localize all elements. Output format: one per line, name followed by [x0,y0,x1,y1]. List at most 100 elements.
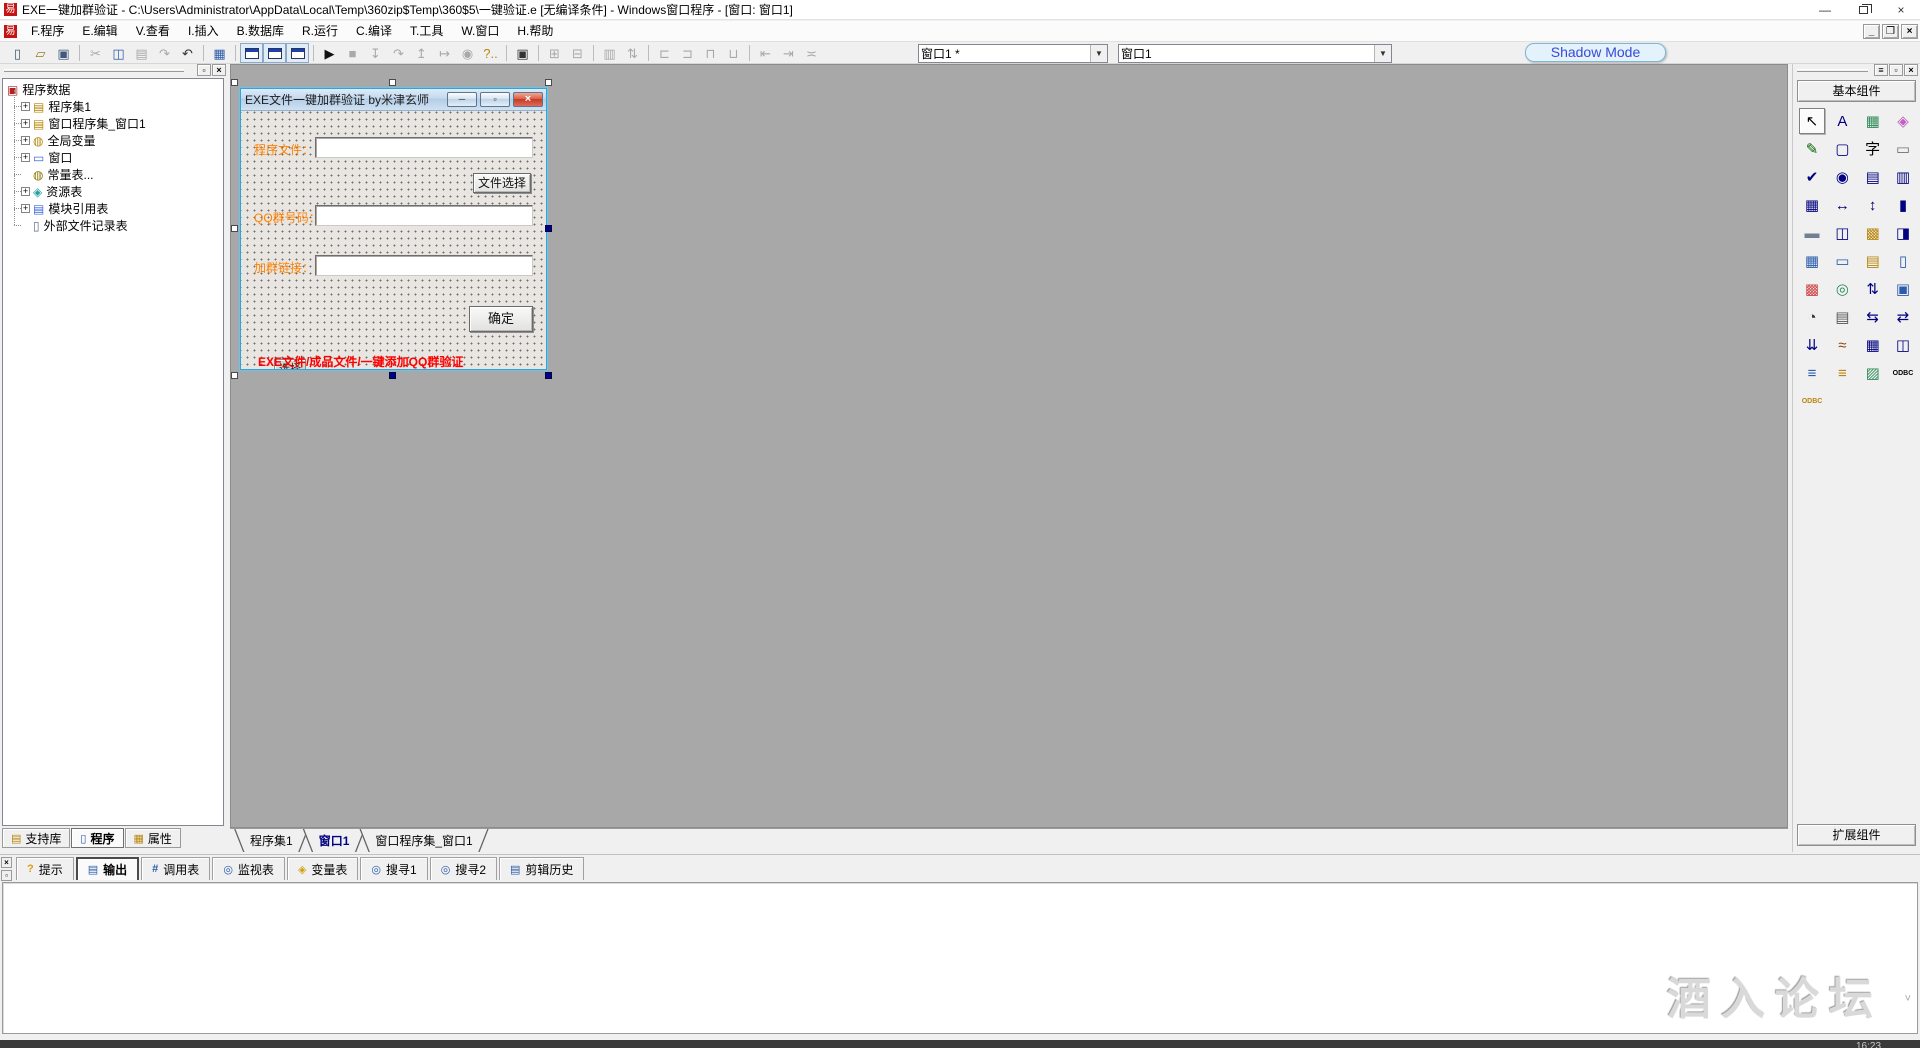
resize-handle-top-left[interactable] [231,79,238,86]
listbox-component-icon[interactable]: ▤ [1860,164,1886,190]
align-bottom-button[interactable]: ⊔ [722,43,745,63]
align-left-button[interactable]: ⊏ [653,43,676,63]
designer-tab-window1[interactable]: 窗口1 [303,829,366,852]
qq-group-input[interactable] [315,205,533,226]
text-label-component-icon[interactable]: 字 [1860,136,1886,162]
mdi-close-button[interactable]: × [1901,24,1918,39]
form-preview-button[interactable]: ▣ [511,43,534,63]
resize-handle-left-center[interactable] [231,225,238,232]
multilist-component-icon[interactable]: ▦ [1799,192,1825,218]
step-over-button[interactable]: ↷ [387,43,410,63]
menu-item-3[interactable]: I.插入 [179,21,228,42]
updown-component-icon[interactable]: ⇅ [1860,276,1886,302]
form-close-button[interactable]: × [513,92,543,107]
tab-search1[interactable]: ◎搜寻1 [360,857,427,880]
odbc-component-icon[interactable]: ODBC [1890,360,1916,386]
taskbar-edge[interactable]: 16:23 [0,1040,1920,1048]
select-cursor-icon[interactable]: ↖ [1799,108,1825,134]
menu-item-7[interactable]: T.工具 [401,21,452,42]
menu-item-6[interactable]: C.编译 [347,21,401,42]
document-component-icon[interactable]: ▯ [1890,248,1916,274]
panel-close-button[interactable]: × [1904,64,1918,76]
tree-item-program-data[interactable]: ▣程序数据 [3,81,223,98]
designer-tab-window-assembly-window1[interactable]: 窗口程序集_窗口1 [359,829,488,852]
resize-handle-top-center[interactable] [389,79,396,86]
menu-item-9[interactable]: H.帮助 [508,21,562,42]
hscrollbar-component-icon[interactable]: ↔ [1829,192,1855,218]
window-combobox-input[interactable] [921,46,1089,61]
panel-maximize-button[interactable]: ▫ [1889,64,1903,76]
menu-item-0[interactable]: F.程序 [22,21,73,42]
insert-component-button[interactable]: ⊞ [543,43,566,63]
drag-grip[interactable] [4,69,184,72]
comport-component-icon[interactable]: ≈ [1829,332,1855,358]
output-content[interactable]: 酒入论坛 ˅ [2,882,1918,1034]
odbc-db-component-icon[interactable]: ODBC [1799,388,1825,414]
output-dock-button[interactable]: ▫ [1,870,12,881]
menu-item-8[interactable]: W.窗口 [452,21,508,42]
panel-component-icon[interactable]: ▭ [1890,136,1916,162]
same-width-button[interactable]: ⇤ [754,43,777,63]
client-component-icon[interactable]: ⇆ [1860,304,1886,330]
mdi-restore-button[interactable]: ❐ [1882,24,1899,39]
panel-menu-button[interactable]: ≡ [1874,64,1888,76]
scroll-down-icon[interactable]: ˅ [1905,993,1911,1005]
combobox-component-icon[interactable]: ▥ [1890,164,1916,190]
tab-hints[interactable]: ?提示 [16,857,74,880]
resize-handle-bottom-left[interactable] [231,372,238,379]
tree-item-resource-table[interactable]: +◈资源表 [3,183,223,200]
tab-order-button[interactable]: ▥ [598,43,621,63]
designer-tab-assembly1[interactable]: 程序集1 [234,829,309,852]
component-combobox-input[interactable] [1121,46,1373,61]
colortable-component-icon[interactable]: ▩ [1799,276,1825,302]
calendar-component-icon[interactable]: ▦ [1799,248,1825,274]
checkbox-component-icon[interactable]: ✔ [1799,164,1825,190]
group-link-input[interactable] [315,255,533,276]
align-right-button[interactable]: ⊐ [676,43,699,63]
tree-expand-icon[interactable]: + [21,204,30,213]
mdi-minimize-button[interactable]: _ [1863,24,1880,39]
same-size-button[interactable]: ≍ [800,43,823,63]
datagrid-component-icon[interactable]: ▦ [1860,332,1886,358]
vertical-splitter-right[interactable] [1789,64,1791,852]
window-design-view-button[interactable] [240,43,263,63]
shadow-mode-button[interactable]: Shadow Mode [1525,43,1666,62]
tab-variable-table[interactable]: ◈变量表 [287,857,358,880]
stop-button[interactable]: ■ [341,43,364,63]
tree-expand-icon[interactable]: + [21,136,30,145]
program-file-input[interactable] [315,137,533,158]
basic-components-button[interactable]: 基本组件 [1797,80,1916,102]
drag-grip[interactable] [1797,69,1868,72]
tab-output[interactable]: ▤输出 [76,857,139,880]
ruler-component-icon[interactable]: ▬ [1799,220,1825,246]
tab-properties[interactable]: ▦属性 [125,828,181,848]
tab-call-table[interactable]: #调用表 [141,857,210,880]
tree-item-window-assembly-window1[interactable]: +▤窗口程序集_窗口1 [3,115,223,132]
imagelist-component-icon[interactable]: ▨ [1860,360,1886,386]
browser-component-icon[interactable]: ◨ [1890,220,1916,246]
clock-component-icon[interactable]: ◔ [1799,304,1825,330]
tab-search2[interactable]: ◎搜寻2 [430,857,497,880]
printer-component-icon[interactable]: ▤ [1829,304,1855,330]
window-split-view-button[interactable] [286,43,309,63]
shape-component-icon[interactable]: ◈ [1890,108,1916,134]
database-button[interactable]: ▦ [208,43,231,63]
form-client-area[interactable]: 程序文件： 文件选择 QQ群号码： 加群链接： 确定 选择 EXE文件/成品文件… [241,111,546,369]
server-component-icon[interactable]: ⇄ [1890,304,1916,330]
delete-component-button[interactable]: ⊟ [566,43,589,63]
paste-button[interactable]: ▤ [130,43,153,63]
resize-handle-right-center[interactable] [545,225,552,232]
tree-expand-icon[interactable]: + [21,153,30,162]
tab-program[interactable]: ▯程序 [71,828,123,848]
step-out-button[interactable]: ↥ [410,43,433,63]
tab-watch-table[interactable]: ◎监视表 [212,857,285,880]
tree-item-external-file-table[interactable]: ▯外部文件记录表 [3,217,223,234]
breakpoint-button[interactable]: ◉ [456,43,479,63]
tree-item-constant-table[interactable]: ◍常量表... [3,166,223,183]
tree-expand-icon[interactable]: + [21,102,30,111]
step-into-button[interactable]: ↧ [364,43,387,63]
file-select-button[interactable]: 文件选择 [473,173,531,193]
form-titlebar[interactable]: EXE文件一键加群验证 by米津玄师 ─ ▫ × [241,89,546,111]
save-button[interactable]: ▣ [52,43,75,63]
close-button[interactable]: × [1882,0,1920,20]
